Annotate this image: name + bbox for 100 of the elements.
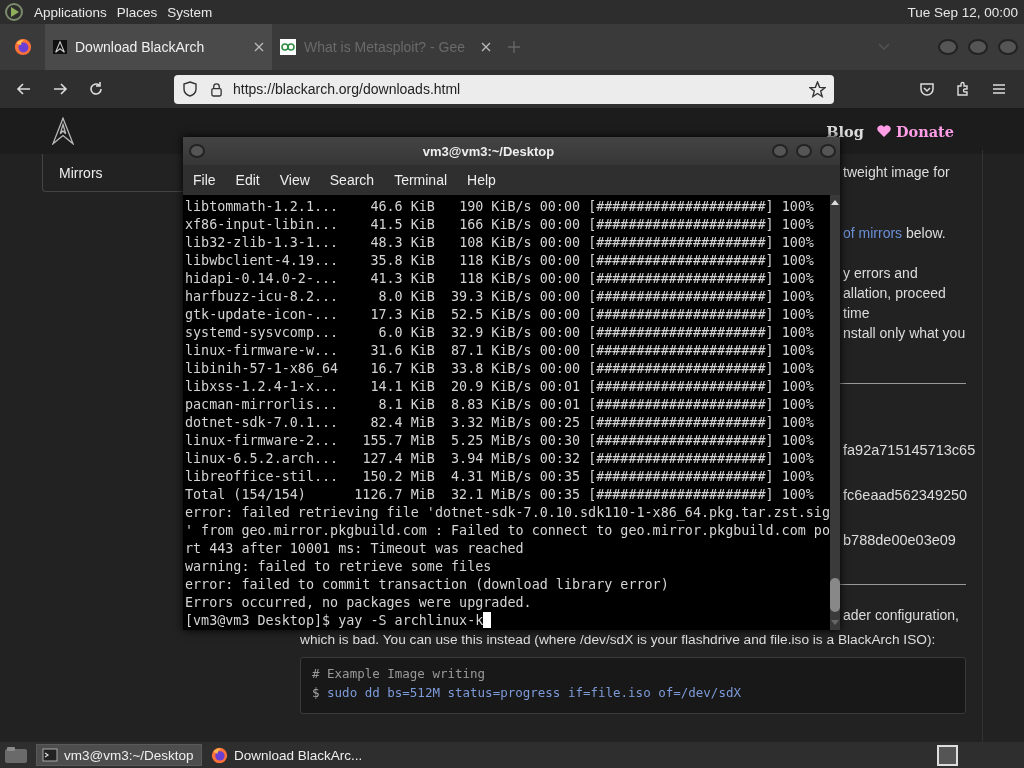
menu-icon[interactable]	[991, 81, 1007, 97]
elapsed-time: 00:01	[539, 379, 581, 394]
menu-item[interactable]: Help	[467, 172, 496, 188]
close-icon[interactable]	[254, 42, 264, 52]
download-rate: 33.8 KiB/s	[451, 361, 532, 376]
paragraph-line: time	[843, 304, 871, 323]
progress-text: [#####################]	[588, 217, 774, 232]
menu-item[interactable]: Terminal	[394, 172, 448, 188]
code-prompt: $	[312, 685, 320, 700]
package-name: libxss-1.2.4-1-x...	[185, 379, 339, 394]
nav-link[interactable]: Donate	[895, 122, 954, 140]
panel-menu[interactable]: System	[167, 4, 213, 20]
elapsed-time: 00:30	[539, 433, 581, 448]
percent-text: 100%	[781, 415, 814, 430]
elapsed-time: 00:00	[539, 343, 581, 358]
paragraph-text: tweight image for	[843, 163, 950, 182]
lock-icon[interactable]	[210, 81, 223, 97]
extensions-icon[interactable]	[955, 81, 971, 97]
percent-text: 100%	[781, 397, 814, 412]
progress-text: [#####################]	[588, 289, 774, 304]
download-rate: 166 KiB/s	[459, 217, 532, 232]
paragraph-text: which is bad. You can use this instead (where /dev/sdX is your flashdrive and file.iso is a BlackArch ISO):	[300, 631, 937, 649]
mirrors-link[interactable]: of mirrors	[843, 225, 903, 241]
checksum-text: b788de00e03e09	[843, 531, 956, 550]
percent-text: 100%	[781, 235, 814, 250]
paragraph-text: of mirrors below.	[843, 224, 946, 243]
percent-text: 100%	[781, 325, 814, 340]
progress-text: [#####################]	[588, 361, 774, 376]
back-icon[interactable]	[16, 81, 32, 97]
progress-text: [#####################]	[588, 307, 774, 322]
download-size: 48.3 KiB	[370, 235, 435, 250]
download-rate: 32.9 KiB/s	[451, 325, 532, 340]
percent-text: 100%	[781, 271, 814, 286]
package-name: libreoffice-stil...	[185, 469, 339, 484]
paragraph-text: ader configuration,	[843, 606, 959, 625]
taskbar-item[interactable]: vm3@vm3:~/Desktop	[36, 744, 202, 766]
percent-text: 100%	[781, 379, 814, 394]
code-comment: # Example Image writing	[312, 666, 486, 681]
progress-text: [#####################]	[588, 271, 774, 286]
workspace-switcher[interactable]	[937, 744, 958, 766]
menu-item[interactable]: Search	[329, 172, 375, 188]
download-rate: 108 KiB/s	[459, 235, 532, 250]
percent-text: 100%	[781, 289, 814, 304]
scroll-up-icon[interactable]	[830, 199, 839, 205]
star-icon[interactable]	[809, 80, 826, 98]
close-icon[interactable]	[481, 42, 491, 52]
paragraph-line: y errors and	[843, 264, 919, 283]
download-rate: 39.3 KiB/s	[451, 289, 532, 304]
terminal-line: ' from geo.mirror.pkgbuild.com : Failed to connect to geo.mirror.pkgbuild.com po	[185, 523, 830, 538]
progress-text: [#####################]	[588, 325, 774, 340]
scrollbar[interactable]	[829, 195, 840, 630]
download-size: 16.7 KiB	[370, 361, 435, 376]
percent-text: 100%	[781, 253, 814, 268]
pocket-icon[interactable]	[919, 81, 935, 97]
progress-text: [#####################]	[588, 415, 774, 430]
scroll-thumb[interactable]	[829, 578, 840, 612]
elapsed-time: 00:00	[539, 325, 581, 340]
elapsed-time: 00:00	[539, 217, 581, 232]
firefox-icon[interactable]	[13, 38, 32, 56]
percent-text: 100%	[781, 361, 814, 376]
download-size: 155.7 MiB	[362, 433, 435, 448]
package-name: lib32-zlib-1.3-1...	[185, 235, 339, 250]
download-size: 150.2 MiB	[362, 469, 435, 484]
download-rate: 118 KiB/s	[459, 253, 532, 268]
elapsed-time: 00:35	[539, 487, 581, 502]
forward-icon[interactable]	[52, 81, 68, 97]
menu-item[interactable]: File	[193, 172, 216, 188]
percent-text: 100%	[781, 343, 814, 358]
progress-text: [#####################]	[588, 199, 774, 214]
download-size: 31.6 KiB	[370, 343, 435, 358]
percent-text: 100%	[781, 469, 814, 484]
download-size: 8.0 KiB	[378, 289, 435, 304]
package-name: gtk-update-icon-...	[185, 307, 339, 322]
percent-text: 100%	[781, 217, 814, 232]
desktop-logo-icon[interactable]	[4, 2, 24, 22]
download-rate: 8.83 KiB/s	[451, 397, 532, 412]
reload-icon[interactable]	[88, 81, 104, 97]
menu-item[interactable]: View	[279, 172, 310, 188]
menu-item[interactable]: Edit	[235, 172, 260, 188]
elapsed-time: 00:00	[539, 271, 581, 286]
text-cursor	[483, 612, 492, 628]
taskbar-item[interactable]: Download BlackArc...	[206, 744, 372, 766]
arch-logo-icon[interactable]	[52, 117, 74, 145]
download-rate: 3.32 MiB/s	[451, 415, 532, 430]
package-name: systemd-sysvcomp...	[185, 325, 339, 340]
package-name: linux-firmware-w...	[185, 343, 339, 358]
package-name: libwbclient-4.19...	[185, 253, 339, 268]
progress-text: [#####################]	[588, 235, 774, 250]
window-title: vm3@vm3:~/Desktop	[421, 143, 556, 159]
shield-icon[interactable]	[182, 81, 198, 97]
elapsed-time: 00:25	[539, 415, 581, 430]
package-name: dotnet-sdk-7.0.1...	[185, 415, 339, 430]
browser-tab[interactable]: Download BlackArch	[45, 24, 272, 70]
progress-text: [#####################]	[588, 469, 774, 484]
percent-text: 100%	[781, 307, 814, 322]
address-bar[interactable]: https://blackarch.org/downloads.html	[174, 74, 834, 104]
panel-menu[interactable]: Places	[116, 4, 158, 20]
panel-menu[interactable]: Applications	[34, 4, 107, 20]
download-rate: 52.5 KiB/s	[451, 307, 532, 322]
nav-link[interactable]: Blog	[826, 122, 864, 140]
